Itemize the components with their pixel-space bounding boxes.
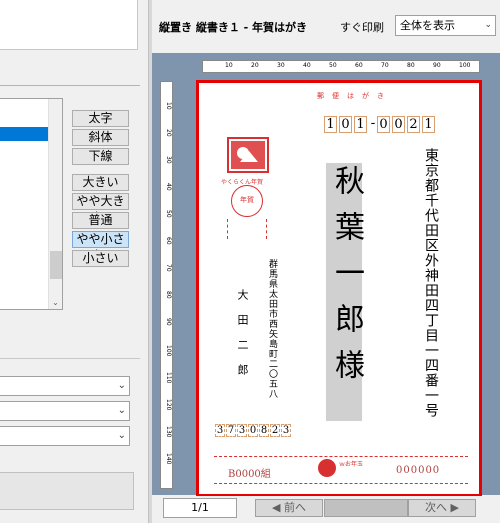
size-large-button[interactable]: 大きい xyxy=(72,174,129,191)
ruler-tick-label: 70 xyxy=(381,62,389,69)
chevron-down-icon[interactable]: ⌄ xyxy=(49,298,62,307)
zip-digit: 3 xyxy=(281,424,291,437)
recipient-zip[interactable]: 101-0021 xyxy=(324,116,437,133)
ruler-tick-label: 90 xyxy=(433,62,441,69)
font-listbox[interactable]: ⌄ xyxy=(0,98,63,310)
preview-panel: 縦置き 縦書き１ - 年賀はがき すぐ印刷 全体を表示 ⌄ 10 20 30 40 50… xyxy=(152,0,500,523)
preview-footer: 1/1 ◀ 前へ 次へ ▶ xyxy=(152,496,500,523)
chevron-down-icon: ⌄ xyxy=(484,20,492,30)
zip-digit: 1 xyxy=(324,116,337,133)
ruler-tick-label: 80 xyxy=(407,62,415,69)
bold-button[interactable]: 太字 xyxy=(72,110,129,127)
left-bottom-button[interactable] xyxy=(0,472,134,510)
lottery-badge-icon xyxy=(318,459,336,477)
lottery-strip: B0000組 ｗお年玉 000000 xyxy=(214,456,468,484)
left-panel: ⌄ 太字 斜体 下線 大きい やや大きい 普通 やや小さい 小さい ⌄ ⌄ ⌄ xyxy=(0,0,150,523)
ruler-tick-label: 20 xyxy=(165,129,172,137)
ruler-tick-label: 30 xyxy=(277,62,285,69)
quick-print-label: すぐ印刷 xyxy=(340,21,384,34)
vertical-ruler: 10 20 30 40 50 60 70 80 90 100 110 120 130 140 xyxy=(160,81,173,489)
zip-digit: 2 xyxy=(407,116,420,133)
ruler-tick-label: 70 xyxy=(165,264,172,272)
ruler-tick-label: 40 xyxy=(303,62,311,69)
ruler-tick-label: 10 xyxy=(165,102,172,110)
recipient-address[interactable]: 東京都千代田区外神田四丁目一四番一号 xyxy=(422,148,440,418)
listbox-selected-item[interactable] xyxy=(0,127,48,141)
zip-digit: 3 xyxy=(215,424,225,437)
recipient-name[interactable]: 秋葉一郎様 xyxy=(329,165,364,395)
horizontal-ruler: 10 20 30 40 50 60 70 80 90 100 xyxy=(202,60,480,73)
scrollbar-thumb[interactable] xyxy=(50,251,62,279)
zip-digit: 1 xyxy=(354,116,367,133)
lottery-number: 000000 xyxy=(396,465,441,476)
listbox-scrollbar[interactable]: ⌄ xyxy=(48,99,62,309)
ruler-tick-label: 30 xyxy=(165,156,172,164)
italic-button[interactable]: 斜体 xyxy=(72,129,129,146)
prev-page-button[interactable]: ◀ 前へ xyxy=(255,499,323,517)
ruler-tick-label: 50 xyxy=(329,62,337,69)
view-select[interactable]: 全体を表示 ⌄ xyxy=(395,15,496,36)
zip-digit: - xyxy=(370,116,376,131)
zip-digit: 3 xyxy=(237,424,247,437)
ruler-tick-label: 110 xyxy=(165,372,172,384)
divider xyxy=(0,358,140,359)
page-indicator: 1/1 xyxy=(163,498,237,518)
zip-digit: 1 xyxy=(422,116,435,133)
ruler-tick-label: 40 xyxy=(165,183,172,191)
stamp-illustration-icon xyxy=(227,137,269,173)
next-page-button[interactable]: 次へ ▶ xyxy=(408,499,476,517)
view-select-value: 全体を表示 xyxy=(400,19,455,32)
postcard-header: 郵便はがき xyxy=(317,92,392,100)
dropdown-3[interactable]: ⌄ xyxy=(0,426,130,446)
chevron-down-icon: ⌄ xyxy=(117,405,126,416)
underline-button[interactable]: 下線 xyxy=(72,148,129,165)
postcard: 郵便はがき 101-0021 やくらくん年賀 年賀 東京都千代田区外神田四丁目一… xyxy=(199,83,479,494)
ruler-tick-label: 60 xyxy=(165,237,172,245)
chevron-down-icon: ⌄ xyxy=(117,430,126,441)
zip-digit: 0 xyxy=(392,116,405,133)
lottery-group: B0000組 xyxy=(228,469,271,480)
ruler-tick-label: 120 xyxy=(165,399,172,411)
ruler-tick-label: 100 xyxy=(459,62,471,69)
sender-name[interactable]: 大田二郎 xyxy=(234,289,250,389)
postcard-preview: 10 20 30 40 50 60 70 80 90 100 10 20 30 40 50 60 70 80 90… xyxy=(152,53,500,497)
sender-zip[interactable]: 3730823 xyxy=(215,424,292,437)
ruler-tick-label: 80 xyxy=(165,291,172,299)
zip-digit: 2 xyxy=(270,424,280,437)
zip-digit: 0 xyxy=(248,424,258,437)
size-small-button[interactable]: 小さい xyxy=(72,250,129,267)
sender-address[interactable]: 群馬県太田市西矢島町二〇五八 xyxy=(266,259,279,399)
zip-digit: 7 xyxy=(226,424,236,437)
nenga-marker xyxy=(227,219,267,239)
ruler-tick-label: 140 xyxy=(165,453,172,465)
ruler-tick-label: 10 xyxy=(225,62,233,69)
size-slightly-large-button[interactable]: やや大きい xyxy=(72,193,129,223)
size-slightly-small-button[interactable]: やや小さい xyxy=(72,231,129,261)
nenga-seal: 年賀 xyxy=(231,185,263,217)
ruler-tick-label: 90 xyxy=(165,318,172,326)
dropdown-1[interactable]: ⌄ xyxy=(0,376,130,396)
page-slider[interactable] xyxy=(324,499,408,517)
lottery-year: ｗお年玉 xyxy=(339,461,364,468)
left-top-area xyxy=(0,0,138,50)
size-normal-button[interactable]: 普通 xyxy=(72,212,129,229)
ruler-tick-label: 100 xyxy=(165,345,172,357)
ruler-tick-label: 130 xyxy=(165,426,172,438)
ruler-tick-label: 60 xyxy=(355,62,363,69)
nenga-seal-label: 年賀 xyxy=(240,196,254,204)
postcard-frame[interactable]: 郵便はがき 101-0021 やくらくん年賀 年賀 東京都千代田区外神田四丁目一… xyxy=(196,80,482,497)
ruler-tick-label: 20 xyxy=(251,62,259,69)
ruler-tick-label: 50 xyxy=(165,210,172,218)
zip-digit: 0 xyxy=(377,116,390,133)
zip-digit: 0 xyxy=(339,116,352,133)
dropdown-2[interactable]: ⌄ xyxy=(0,401,130,421)
chevron-down-icon: ⌄ xyxy=(117,380,126,391)
layout-title: 縦置き 縦書き１ - 年賀はがき xyxy=(159,21,308,34)
zip-digit: 8 xyxy=(259,424,269,437)
divider xyxy=(0,85,140,86)
